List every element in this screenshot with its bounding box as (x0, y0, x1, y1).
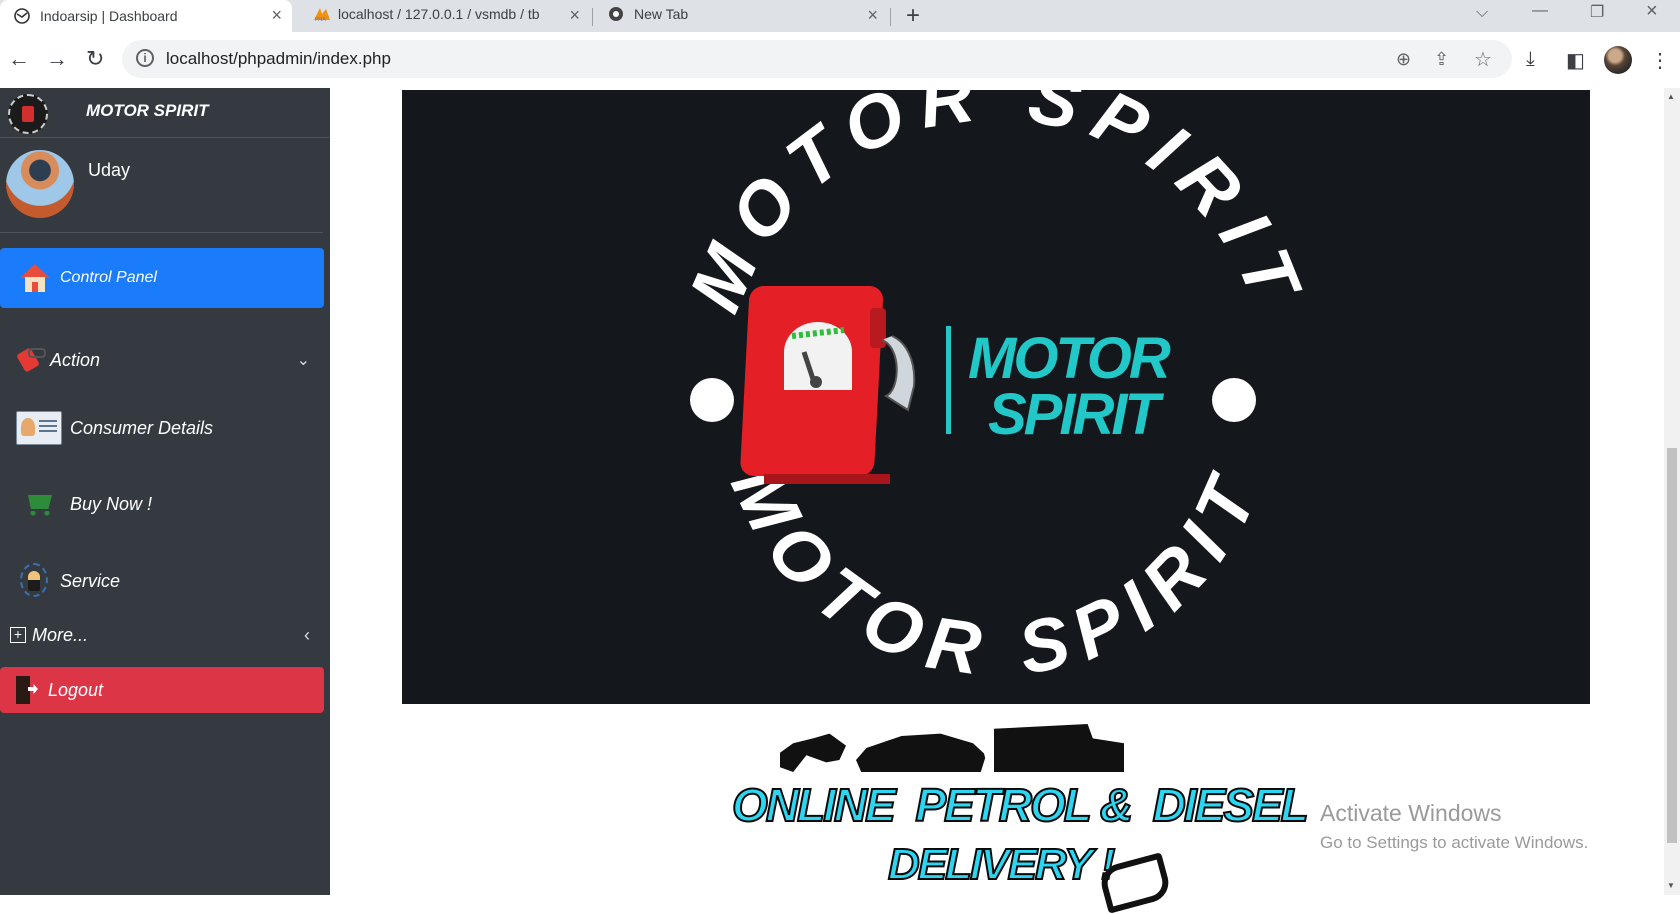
sidebar-item-label: Action (50, 349, 101, 370)
profile-avatar[interactable] (1604, 46, 1632, 74)
cart-icon (24, 491, 58, 517)
side-panel-icon[interactable]: ◧ (1566, 48, 1585, 73)
close-tab-icon[interactable]: × (271, 5, 282, 26)
site-info-icon[interactable]: i (136, 49, 154, 67)
brand-logo-icon (8, 94, 48, 134)
new-tab-plus-icon[interactable]: + (906, 2, 920, 30)
sidebar-item-label: Service (60, 570, 121, 591)
minimize-icon[interactable]: — (1532, 2, 1548, 20)
address-bar[interactable]: i localhost/phpadmin/index.php ⊕ ⇪ ☆ (122, 40, 1512, 78)
main-content: MOTOR SPIRIT MOTOR SPIRIT MOTOR SPIRIT O… (330, 88, 1664, 914)
sidebar-item-label: Consumer Details (70, 417, 214, 438)
chevron-down-icon: ⌄ (296, 352, 310, 369)
chevron-left-icon: ‹ (304, 624, 310, 645)
tab-divider (890, 8, 891, 26)
share-icon[interactable]: ⇪ (1434, 49, 1449, 70)
phpmyadmin-favicon-icon: PMA (312, 6, 330, 23)
close-tab-icon[interactable]: × (867, 5, 878, 26)
sidebar-item-control-panel[interactable]: Control Panel (0, 248, 324, 308)
more-menu-icon[interactable]: ⋮ (1650, 48, 1670, 73)
scroll-up-arrow-icon[interactable]: ▲ (1667, 92, 1675, 101)
tab-title: localhost / 127.0.0.1 / vsmdb / tb (338, 6, 540, 22)
scroll-down-arrow-icon[interactable]: ▼ (1667, 881, 1675, 890)
motor-spirit-banner: MOTOR SPIRIT MOTOR SPIRIT MOTOR SPIRIT (402, 90, 1590, 704)
sidebar-item-consumer-details[interactable]: Consumer Details (0, 406, 324, 450)
house-icon (20, 264, 50, 292)
id-card-icon (16, 411, 62, 445)
tab-dashboard[interactable]: Indoarsip | Dashboard × (0, 0, 292, 32)
sidebar-item-label: More... (32, 624, 89, 645)
sidebar-item-label: Control Panel (60, 269, 157, 286)
svg-text:PMA: PMA (315, 17, 326, 22)
brand-name: MOTOR SPIRIT (86, 101, 209, 120)
sidebar-item-buy-now[interactable]: Buy Now ! (0, 482, 324, 526)
tab-phpmyadmin[interactable]: PMA localhost / 127.0.0.1 / vsmdb / tb × (298, 0, 590, 28)
bookmark-star-icon[interactable]: ☆ (1474, 47, 1492, 72)
promo-line-1: ONLINE PETROL & DIESEL (731, 778, 1310, 832)
promo-line-2: DELIVERY ! (887, 839, 1116, 890)
browser-toolbar: ← → ↻ i localhost/phpadmin/index.php ⊕ ⇪… (0, 32, 1680, 89)
fuel-pump-icon (14, 346, 46, 374)
sidebar-item-label: Logout (48, 679, 104, 700)
user-name[interactable]: Uday (88, 160, 130, 181)
promo-delivery-graphic: ONLINE PETROL & DIESEL DELIVERY ! (731, 710, 1310, 914)
reload-icon[interactable]: ↻ (86, 46, 104, 72)
plus-square-icon: + (10, 627, 26, 643)
zoom-icon[interactable]: ⊕ (1396, 49, 1411, 70)
windows-activation-notice: Activate Windows Go to Settings to activ… (1320, 800, 1588, 853)
user-avatar (6, 150, 74, 218)
scroll-thumb[interactable] (1667, 448, 1677, 843)
logo-divider (946, 326, 951, 434)
browser-tab-strip: Indoarsip | Dashboard × PMA localhost / … (0, 0, 1680, 32)
ring-dot-left (690, 378, 734, 422)
close-tab-icon[interactable]: × (569, 5, 580, 26)
tab-divider (592, 8, 593, 26)
page-scrollbar[interactable]: ▲ ▼ (1664, 88, 1680, 895)
truck-icon (994, 724, 1124, 772)
back-arrow-icon[interactable]: ← (8, 46, 30, 72)
tab-new[interactable]: New Tab × (594, 0, 888, 28)
sidebar-item-more[interactable]: + More... ‹ (0, 618, 324, 652)
motorcycle-icon (780, 733, 846, 772)
close-window-icon[interactable]: × (1646, 0, 1658, 23)
user-panel: Uday (0, 138, 323, 233)
ring-dot-right (1212, 378, 1256, 422)
url-text[interactable]: localhost/phpadmin/index.php (166, 49, 391, 69)
site-favicon-icon (14, 8, 30, 24)
sidebar-item-service[interactable]: Service (0, 558, 324, 604)
restore-icon[interactable]: ❐ (1590, 2, 1604, 22)
sidebar-item-action[interactable]: Action ⌄ (0, 340, 324, 380)
exit-door-icon (14, 674, 40, 706)
sidebar-item-label: Buy Now ! (70, 493, 153, 514)
chrome-icon (608, 6, 624, 22)
tab-title: Indoarsip | Dashboard (40, 8, 178, 24)
fuel-pump-icon (740, 286, 916, 484)
forward-arrow-icon[interactable]: → (46, 46, 68, 72)
sidebar: MOTOR SPIRIT Uday Control Panel Action ⌄… (0, 88, 330, 895)
sports-car-icon (856, 733, 986, 772)
tab-title: New Tab (634, 6, 689, 22)
banner-graphic: MOTOR SPIRIT MOTOR SPIRIT MOTOR SPIRIT (673, 90, 1307, 692)
activation-title: Activate Windows (1320, 800, 1502, 826)
ring-text-bottom: MOTOR SPIRIT (715, 453, 1278, 692)
service-person-icon (16, 561, 52, 601)
sidebar-brand[interactable]: MOTOR SPIRIT (0, 88, 330, 138)
download-icon[interactable]: ⤓ (1526, 48, 1535, 71)
logo-word-spirit: SPIRIT (988, 382, 1164, 447)
activation-subtitle: Go to Settings to activate Windows. (1320, 833, 1589, 852)
tab-search-chevron-icon[interactable]: ⌵ (1476, 4, 1488, 22)
sidebar-item-logout[interactable]: Logout (0, 667, 324, 713)
